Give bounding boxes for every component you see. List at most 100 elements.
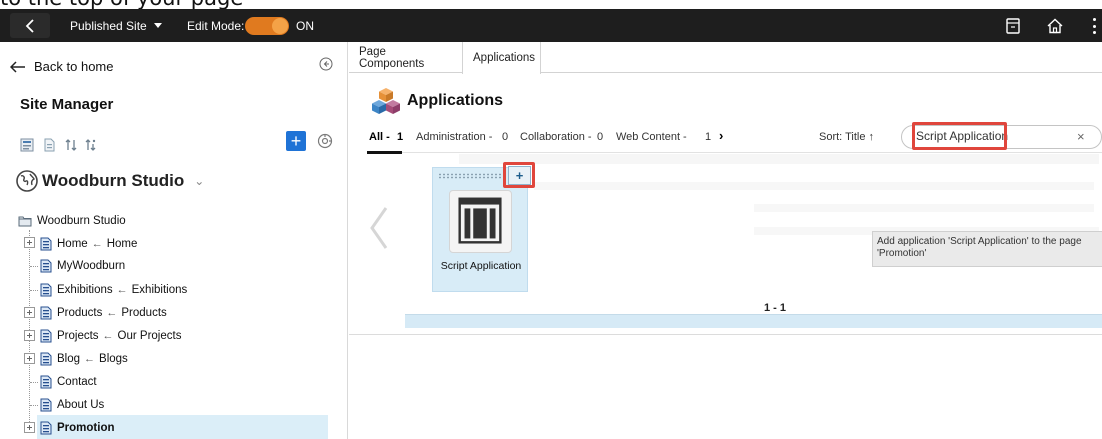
tree-item-exhibitions[interactable]: Exhibitions ← Exhibitions [40, 280, 187, 300]
arrow-left-icon [10, 60, 25, 73]
tab-label: Page Components [359, 45, 425, 70]
new-page-icon[interactable] [42, 138, 56, 152]
tree-item-projects[interactable]: Projects ← Our Projects [40, 326, 181, 346]
add-app-tooltip: Add application 'Script Application' to … [872, 231, 1102, 267]
site-selector[interactable]: Woodburn Studio ⌄ [16, 170, 204, 192]
back-to-home-link[interactable]: Back to home [10, 59, 114, 74]
alias-arrow: ← [116, 284, 128, 296]
tree-connector [30, 382, 38, 383]
clear-search-icon[interactable]: × [1077, 129, 1085, 144]
tree-item-products[interactable]: Products ← Products [40, 303, 167, 323]
applications-footer-bar [405, 314, 1102, 328]
globe-icon [16, 170, 38, 192]
expand-plus-icon[interactable] [24, 237, 35, 248]
page-icon [40, 375, 52, 389]
tree-item-contact[interactable]: Contact [40, 372, 97, 392]
caption-text: to the top of your page [0, 0, 243, 9]
app-root: to the top of your page Published Site E… [0, 0, 1102, 439]
carousel-prev-icon[interactable] [368, 206, 390, 250]
home-icon[interactable] [1046, 17, 1064, 35]
add-page-button[interactable]: + [286, 131, 306, 151]
expand-plus-icon[interactable] [24, 307, 35, 318]
tree-root-label: Woodburn Studio [37, 215, 126, 227]
move-page-icon[interactable] [64, 138, 78, 152]
applications-panel: Page Components Applications Application… [349, 42, 1102, 334]
sort-label: Sort: Title [819, 131, 866, 143]
expand-plus-icon[interactable] [24, 330, 35, 341]
settings-gauge-icon[interactable] [317, 133, 333, 149]
sort-arrow-icon: ↑ [868, 131, 875, 143]
sort-control[interactable]: Sort: Title ↑ [819, 131, 874, 143]
page-properties-icon[interactable] [20, 138, 34, 152]
layout-template-icon [458, 197, 502, 244]
tree-item-label: About Us [57, 399, 105, 411]
tree-item-about-us[interactable]: About Us [40, 395, 104, 415]
chevron-right-icon[interactable]: › [719, 128, 723, 143]
chevron-left-icon [25, 18, 34, 33]
tree-item-label: Products [57, 307, 103, 319]
tree-item-alias: Our Projects [117, 330, 182, 342]
page-icon [40, 306, 52, 320]
pagination-indicator: 1 - 1 [764, 302, 787, 314]
expand-plus-icon[interactable] [24, 353, 35, 364]
page-preview-icon[interactable] [1004, 17, 1022, 35]
tree-connector [30, 290, 38, 291]
plus-icon: + [290, 131, 302, 151]
filter-collaboration-count: 0 [597, 131, 604, 143]
alias-arrow: ← [106, 307, 118, 319]
tree-item-blog[interactable]: Blog ← Blogs [40, 349, 128, 369]
app-tile-label: Script Application [440, 260, 522, 272]
top-toolbar: Published Site Edit Mode: ON [0, 9, 1102, 42]
filter-all-count: 1 [397, 131, 404, 143]
tree-item-alias: Blogs [99, 353, 128, 365]
caption-strip: to the top of your page [0, 0, 1102, 9]
page-icon [40, 259, 52, 273]
tree-item-mywoodburn[interactable]: MyWoodburn [40, 256, 125, 276]
filter-divider [367, 152, 1102, 153]
page-icon [40, 329, 52, 343]
search-highlight-box [912, 122, 1007, 150]
tree-item-label: Projects [57, 330, 99, 342]
published-site-dropdown[interactable]: Published Site [70, 9, 162, 42]
tree-item-alias: Exhibitions [131, 284, 188, 296]
edit-mode-state: ON [296, 18, 314, 33]
tree-item-promotion[interactable]: Promotion [40, 418, 115, 438]
back-to-home-label: Back to home [34, 59, 114, 74]
tab-page-components[interactable]: Page Components [349, 42, 463, 73]
filter-all[interactable]: All - [369, 131, 390, 143]
tree-item-label: Blog [57, 353, 81, 365]
page-icon [40, 237, 52, 251]
filter-administration[interactable]: Administration - [416, 131, 492, 143]
expand-plus-icon[interactable] [24, 422, 35, 433]
chevron-down-icon: ⌄ [194, 174, 205, 188]
alias-arrow: ← [84, 353, 96, 365]
tree-item-label: Promotion [57, 422, 115, 434]
more-vertical-icon[interactable] [1093, 18, 1097, 34]
tree-root-woodburn-studio[interactable]: Woodburn Studio [18, 211, 126, 231]
filter-web-content[interactable]: Web Content - [616, 131, 687, 143]
tab-applications[interactable]: Applications [462, 42, 541, 74]
toggle-knob [272, 18, 288, 34]
panel-divider [349, 334, 1102, 335]
faded-background [534, 182, 1094, 190]
collapse-panel-icon[interactable] [319, 57, 333, 71]
tree-connector [30, 405, 38, 406]
edit-mode-toggle[interactable] [245, 17, 289, 35]
app-icon-box [449, 190, 512, 253]
filter-collaboration[interactable]: Collaboration - [520, 131, 592, 143]
drag-handle-icon[interactable] [438, 173, 502, 179]
sort-pages-icon[interactable] [84, 138, 98, 152]
applications-title: Applications [407, 92, 504, 109]
faded-background [754, 204, 1094, 212]
page-icon [40, 352, 52, 366]
tree-item-home[interactable]: Home ← Home [40, 234, 137, 254]
site-manager-heading: Site Manager [20, 96, 114, 113]
published-site-label: Published Site [70, 18, 147, 33]
site-folder-icon [18, 216, 32, 227]
active-filter-indicator [367, 151, 402, 154]
site-title: Woodburn Studio [42, 171, 185, 190]
back-button[interactable] [10, 13, 50, 38]
page-icon [40, 283, 52, 297]
tab-label: Applications [473, 52, 536, 64]
page-icon [40, 421, 52, 435]
